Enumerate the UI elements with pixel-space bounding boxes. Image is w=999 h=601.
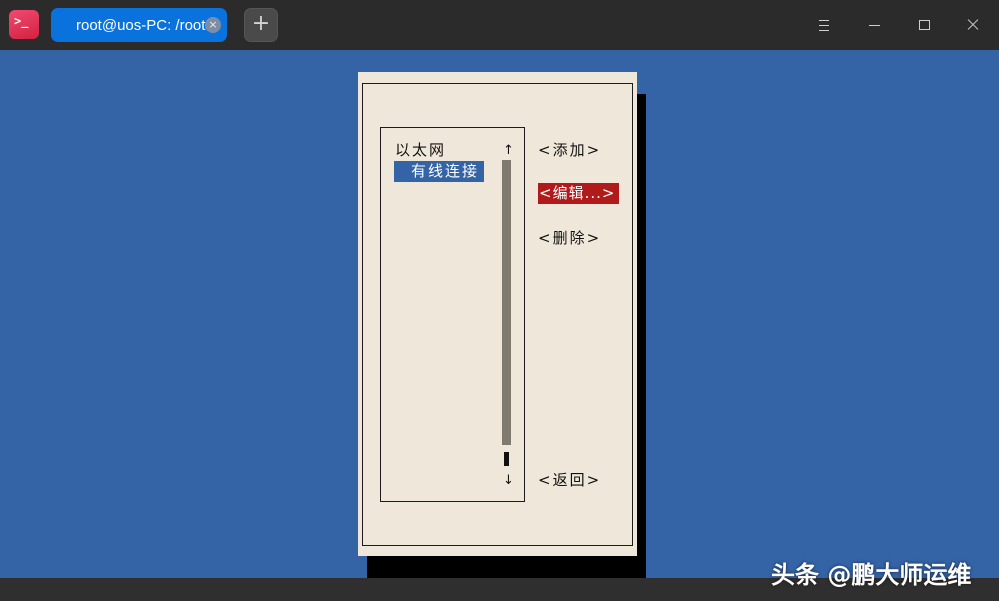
edit-button[interactable]: <编辑...> bbox=[538, 183, 619, 204]
menu-icon-line bbox=[819, 25, 829, 26]
tab-close-icon[interactable]: × bbox=[205, 17, 221, 33]
tab-root-terminal[interactable]: root@uos-PC: /root × bbox=[51, 8, 227, 42]
close-icon[interactable] bbox=[963, 15, 983, 35]
minimize-icon-line bbox=[869, 25, 880, 26]
maximize-icon[interactable] bbox=[914, 15, 934, 35]
menu-icon-line bbox=[819, 20, 829, 21]
scrollbar-track[interactable] bbox=[502, 160, 511, 445]
scrollbar-thumb[interactable] bbox=[504, 452, 509, 466]
scroll-down-arrow-icon[interactable]: ↓ bbox=[503, 471, 516, 491]
list-group-ethernet: 以太网 bbox=[395, 141, 447, 159]
nmtui-dialog: 以太网 有线连接 ↑ ↓ <添加> <编辑...> <删除> <返回> bbox=[358, 72, 637, 556]
list-item-wired-connection[interactable]: 有线连接 bbox=[394, 161, 484, 182]
menu-icon[interactable] bbox=[814, 15, 834, 35]
terminal-app-icon[interactable]: >_ bbox=[9, 10, 39, 39]
title-bar: >_ root@uos-PC: /root × + bbox=[0, 0, 999, 50]
minimize-icon[interactable] bbox=[865, 15, 885, 35]
scroll-up-arrow-icon[interactable]: ↑ bbox=[503, 141, 516, 161]
delete-button[interactable]: <删除> bbox=[538, 228, 601, 248]
add-button[interactable]: <添加> bbox=[538, 140, 601, 160]
new-tab-icon[interactable]: + bbox=[244, 8, 278, 42]
menu-icon-line bbox=[819, 30, 829, 31]
tab-title: root@uos-PC: /root bbox=[76, 17, 206, 34]
watermark: 头条 @鹏大师运维 bbox=[771, 561, 972, 589]
maximize-icon-box bbox=[919, 20, 930, 30]
back-button[interactable]: <返回> bbox=[538, 470, 601, 490]
